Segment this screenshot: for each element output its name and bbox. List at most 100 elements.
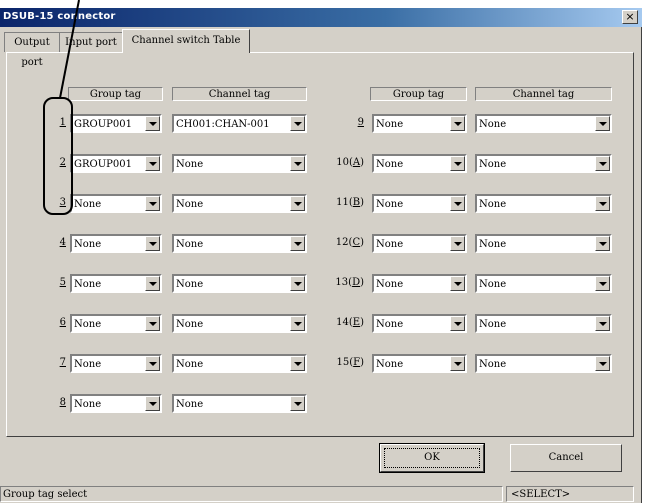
- dropdown-arrow-icon[interactable]: [595, 276, 610, 291]
- row-label-prefix: 12(: [335, 237, 353, 248]
- dropdown-arrow-icon[interactable]: [290, 236, 305, 251]
- channel-tag-select-10[interactable]: None: [475, 154, 612, 173]
- channel-tag-select-3[interactable]: None: [172, 194, 307, 213]
- channel-tag-select-15[interactable]: None: [475, 354, 612, 373]
- tab-input-port[interactable]: Input port: [59, 32, 123, 52]
- channel-tag-select-12[interactable]: None: [475, 234, 612, 253]
- row-label-prefix: 10(: [336, 157, 353, 168]
- dropdown-arrow-icon[interactable]: [595, 116, 610, 131]
- group-tag-select-1[interactable]: GROUP001: [70, 114, 162, 133]
- dropdown-arrow-icon[interactable]: [290, 116, 305, 131]
- row-label-number: 4: [59, 237, 66, 248]
- dropdown-arrow-icon[interactable]: [595, 196, 610, 211]
- group-tag-select-5[interactable]: None: [70, 274, 162, 293]
- dropdown-arrow-icon[interactable]: [145, 236, 160, 251]
- channel-tag-select-11-value: None: [479, 199, 507, 210]
- channel-tag-select-6[interactable]: None: [172, 314, 307, 333]
- dropdown-arrow-icon[interactable]: [450, 116, 465, 131]
- dropdown-arrow-icon[interactable]: [290, 396, 305, 411]
- dropdown-arrow-icon[interactable]: [145, 116, 160, 131]
- channel-tag-select-14[interactable]: None: [475, 314, 612, 333]
- row-label-suffix: ): [360, 157, 364, 168]
- row-label-suffix: ): [360, 197, 364, 208]
- channel-tag-select-1[interactable]: CH001:CHAN-001: [172, 114, 307, 133]
- group-tag-select-7-value: None: [74, 359, 102, 370]
- dropdown-arrow-icon[interactable]: [145, 196, 160, 211]
- group-tag-select-10-value: None: [376, 159, 404, 170]
- row-label-number: 7: [59, 357, 66, 368]
- right-channel-tag-header: Channel tag: [475, 87, 612, 101]
- dropdown-arrow-icon[interactable]: [290, 196, 305, 211]
- group-tag-select-4[interactable]: None: [70, 234, 162, 253]
- group-tag-select-15[interactable]: None: [372, 354, 467, 373]
- tab-output-port[interactable]: Output port: [4, 32, 60, 68]
- group-tag-select-13[interactable]: None: [372, 274, 467, 293]
- group-tag-select-5-value: None: [74, 279, 102, 290]
- close-button[interactable]: ×: [622, 10, 638, 24]
- row-label-8: 8: [30, 394, 66, 412]
- dropdown-arrow-icon[interactable]: [450, 236, 465, 251]
- dropdown-arrow-icon[interactable]: [595, 236, 610, 251]
- channel-tag-select-8[interactable]: None: [172, 394, 307, 413]
- group-tag-select-8[interactable]: None: [70, 394, 162, 413]
- tab-channel-switch-table[interactable]: Channel switch Table: [122, 29, 250, 53]
- title-bar[interactable]: DSUB-15 connector ×: [0, 8, 642, 27]
- group-tag-select-14[interactable]: None: [372, 314, 467, 333]
- dropdown-arrow-icon[interactable]: [290, 276, 305, 291]
- channel-tag-select-2[interactable]: None: [172, 154, 307, 173]
- channel-tag-select-9[interactable]: None: [475, 114, 612, 133]
- row-label-key: D: [352, 277, 361, 288]
- row-label-number: 6: [59, 317, 66, 328]
- left-channel-tag-header: Channel tag: [172, 87, 307, 101]
- dropdown-arrow-icon[interactable]: [290, 356, 305, 371]
- row-label-key: E: [352, 317, 361, 328]
- dropdown-arrow-icon[interactable]: [450, 276, 465, 291]
- group-tag-select-7[interactable]: None: [70, 354, 162, 373]
- group-tag-select-6[interactable]: None: [70, 314, 162, 333]
- channel-tag-select-8-value: None: [176, 399, 204, 410]
- channel-tag-select-7[interactable]: None: [172, 354, 307, 373]
- ok-button[interactable]: OK: [379, 443, 485, 473]
- dropdown-arrow-icon[interactable]: [595, 156, 610, 171]
- cancel-button[interactable]: Cancel: [510, 444, 622, 472]
- channel-tag-select-13[interactable]: None: [475, 274, 612, 293]
- group-tag-select-14-value: None: [376, 319, 404, 330]
- dropdown-arrow-icon[interactable]: [145, 276, 160, 291]
- group-tag-select-2[interactable]: GROUP001: [70, 154, 162, 173]
- row-label-C: 12(C): [328, 234, 364, 252]
- dropdown-arrow-icon[interactable]: [145, 356, 160, 371]
- dropdown-arrow-icon[interactable]: [595, 316, 610, 331]
- row-label-key: 9: [357, 117, 364, 128]
- group-tag-select-10[interactable]: None: [372, 154, 467, 173]
- channel-tag-select-15-value: None: [479, 359, 507, 370]
- group-tag-select-11[interactable]: None: [372, 194, 467, 213]
- dropdown-arrow-icon[interactable]: [450, 316, 465, 331]
- dropdown-arrow-icon[interactable]: [290, 156, 305, 171]
- group-tag-select-3[interactable]: None: [70, 194, 162, 213]
- row-label-5: 5: [30, 274, 66, 292]
- row-label-key: A: [352, 157, 361, 168]
- channel-tag-select-9-value: None: [479, 119, 507, 130]
- dropdown-arrow-icon[interactable]: [145, 316, 160, 331]
- dropdown-arrow-icon[interactable]: [145, 396, 160, 411]
- row-label-prefix: 15(: [336, 357, 354, 368]
- ok-focus-rect: [384, 448, 480, 468]
- group-tag-select-9[interactable]: None: [372, 114, 467, 133]
- group-tag-select-11-value: None: [376, 199, 404, 210]
- channel-tag-select-11[interactable]: None: [475, 194, 612, 213]
- dropdown-arrow-icon[interactable]: [450, 196, 465, 211]
- dropdown-arrow-icon[interactable]: [595, 356, 610, 371]
- window-title: DSUB-15 connector: [3, 11, 116, 22]
- group-tag-select-12[interactable]: None: [372, 234, 467, 253]
- row-label-B: 11(B): [328, 194, 364, 212]
- row-label-number: 5: [59, 277, 66, 288]
- channel-tag-select-5[interactable]: None: [172, 274, 307, 293]
- dropdown-arrow-icon[interactable]: [450, 356, 465, 371]
- group-tag-select-9-value: None: [376, 119, 404, 130]
- dropdown-arrow-icon[interactable]: [290, 316, 305, 331]
- dropdown-arrow-icon[interactable]: [450, 156, 465, 171]
- left-group-tag-header: Group tag: [68, 87, 163, 101]
- dropdown-arrow-icon[interactable]: [145, 156, 160, 171]
- channel-tag-select-4[interactable]: None: [172, 234, 307, 253]
- row-label-suffix: ): [360, 357, 364, 368]
